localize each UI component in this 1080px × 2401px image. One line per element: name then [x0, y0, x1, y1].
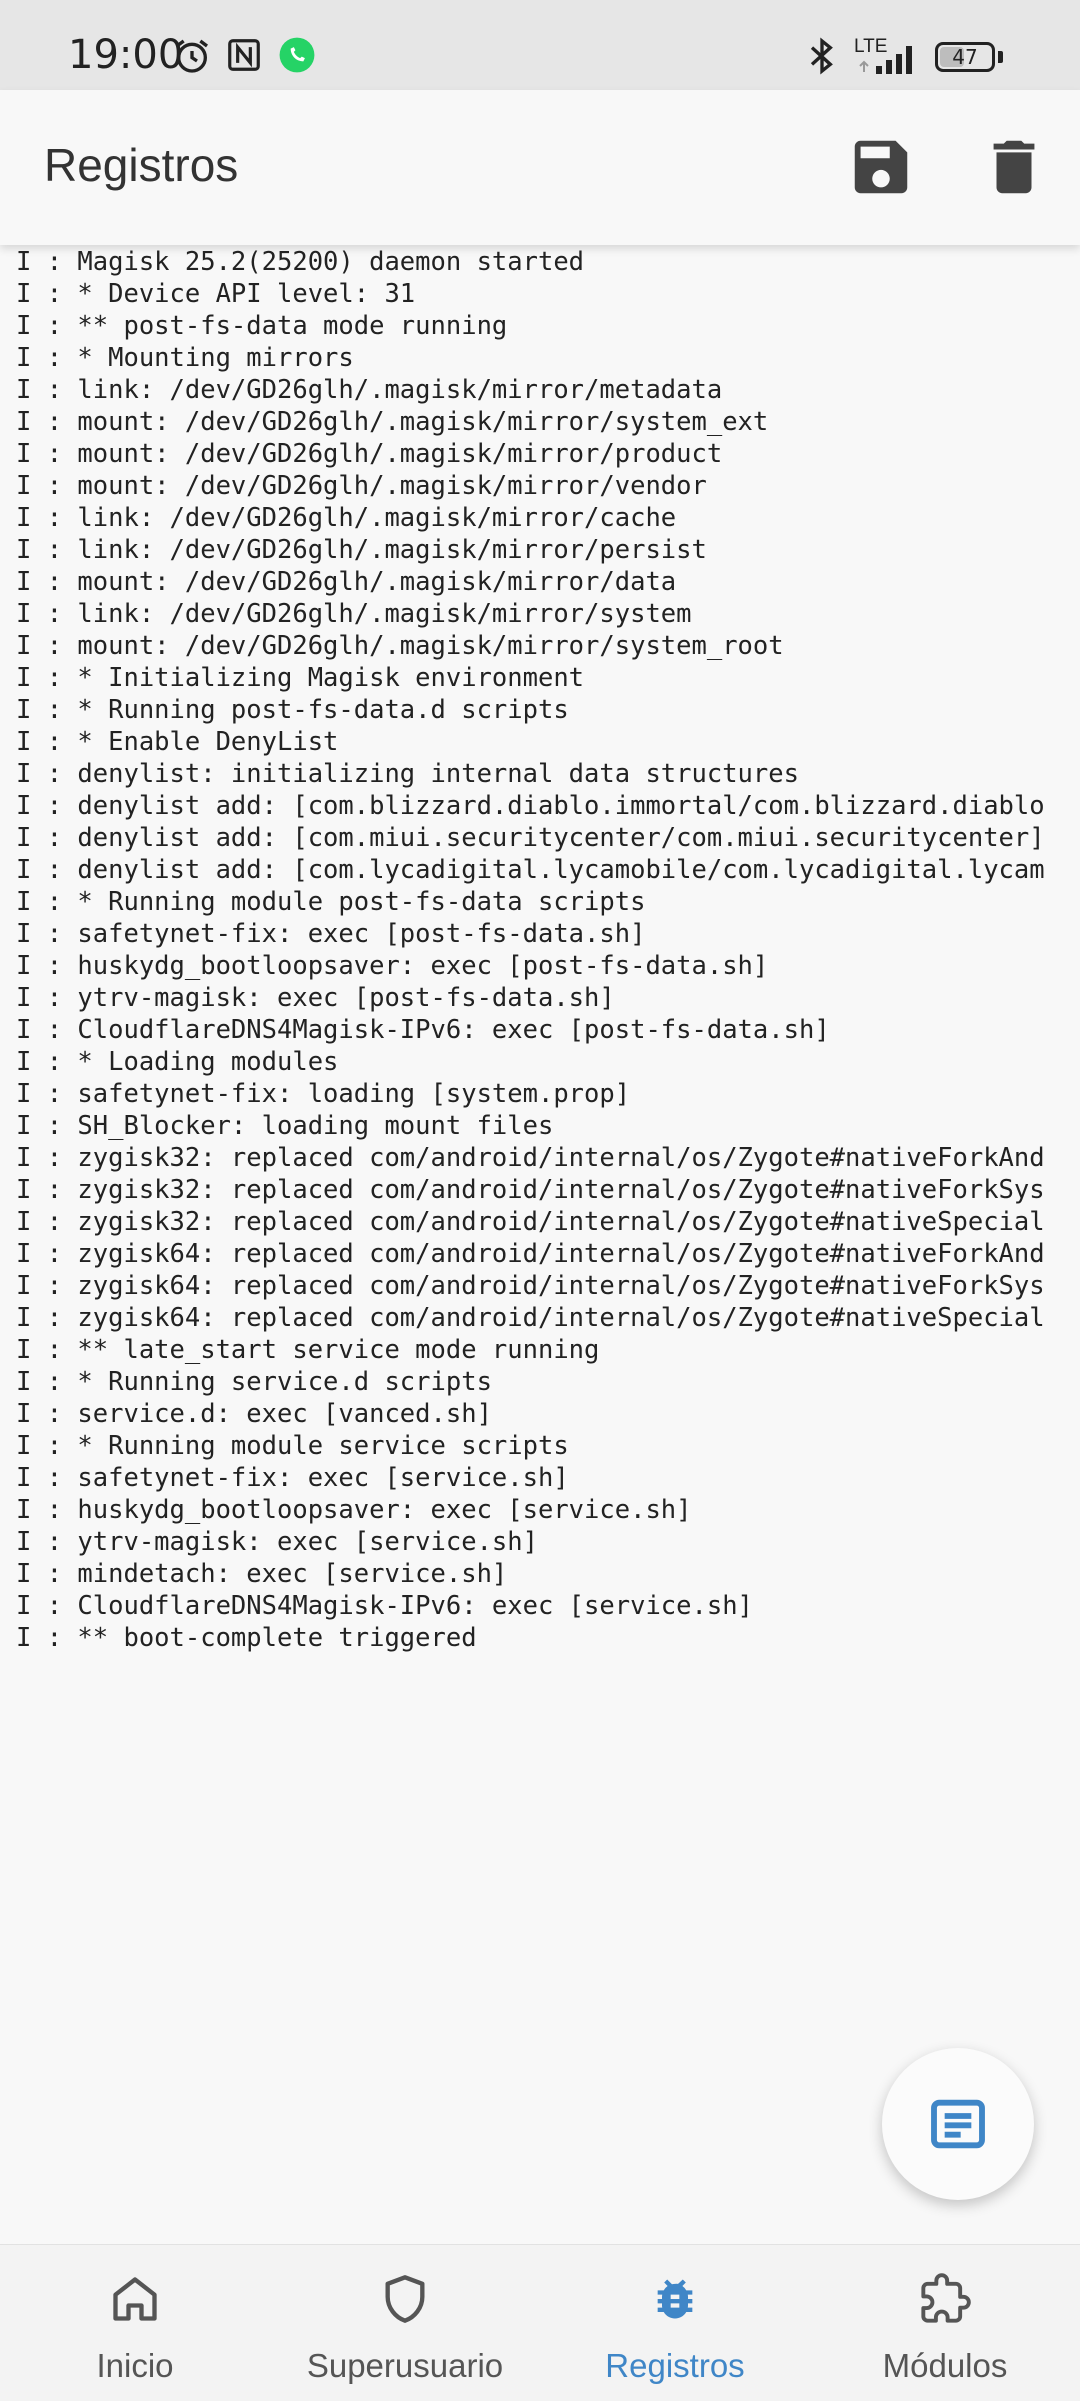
nav-item-inicio[interactable]: Inicio: [0, 2245, 270, 2401]
log-line: I : service.d: exec [vanced.sh]: [16, 1399, 492, 1429]
bug-icon: [657, 2279, 693, 2319]
battery-tip: [998, 51, 1003, 63]
signal-icon: [859, 46, 912, 74]
log-view[interactable]: I : Magisk 25.2(25200) daemon started I :…: [16, 246, 1080, 2236]
delete-log-button[interactable]: [979, 132, 1049, 202]
log-line: I : zygisk64: replaced com/android/inter…: [16, 1239, 1045, 1269]
log-line: I : ytrv-magisk: exec [service.sh]: [16, 1527, 538, 1557]
save-log-button[interactable]: [846, 132, 916, 202]
view-logs-fab[interactable]: [882, 2048, 1034, 2200]
nav-label-registros: Registros: [605, 2347, 745, 2384]
nav-item-modulos[interactable]: Módulos: [810, 2245, 1080, 2401]
battery-indicator: 47: [935, 42, 995, 72]
log-line: I : * Running service.d scripts: [16, 1367, 492, 1397]
home-icon: [113, 2277, 157, 2321]
log-line: I : huskydg_bootloopsaver: exec [post-fs…: [16, 951, 769, 981]
battery-level: 47: [952, 45, 978, 69]
bluetooth-icon: [810, 37, 833, 75]
log-line: I : link: /dev/GD26glh/.magisk/mirror/me…: [16, 375, 723, 405]
puzzle-icon: [921, 2273, 971, 2323]
log-line: I : mount: /dev/GD26glh/.magisk/mirror/d…: [16, 567, 677, 597]
log-line: I : denylist add: [com.lycadigital.lycam…: [16, 855, 1045, 885]
log-line: I : CloudflareDNS4Magisk-IPv6: exec [ser…: [16, 1591, 753, 1621]
page-title: Registros: [44, 139, 239, 191]
save-icon: [854, 140, 908, 194]
log-line: I : * Mounting mirrors: [16, 343, 354, 373]
log-line: I : ytrv-magisk: exec [post-fs-data.sh]: [16, 983, 615, 1013]
log-line: I : ** late_start service mode running: [16, 1335, 600, 1365]
log-line: I : ** post-fs-data mode running: [16, 311, 508, 341]
log-line: I : huskydg_bootloopsaver: exec [service…: [16, 1495, 692, 1525]
app-bar: Registros: [0, 90, 1080, 245]
alarm-icon: [176, 39, 208, 73]
shield-icon: [385, 2275, 425, 2323]
whatsapp-icon: [279, 37, 315, 73]
log-line: I : mount: /dev/GD26glh/.magisk/mirror/v…: [16, 471, 707, 501]
log-line: I : safetynet-fix: exec [post-fs-data.sh…: [16, 919, 646, 949]
nav-label-superusuario: Superusuario: [306, 2347, 504, 2384]
status-bar: 19:00 LTE 47: [0, 0, 1080, 90]
log-line: I : * Running module service scripts: [16, 1431, 569, 1461]
log-line: I : link: /dev/GD26glh/.magisk/mirror/ca…: [16, 503, 677, 533]
log-line: I : zygisk64: replaced com/android/inter…: [16, 1271, 1045, 1301]
log-line: I : mindetach: exec [service.sh]: [16, 1559, 508, 1589]
log-line: I : * Running module post-fs-data script…: [16, 887, 646, 917]
status-time: 19:00: [68, 32, 184, 78]
log-line: I : denylist add: [com.blizzard.diablo.i…: [16, 791, 1045, 821]
log-line: I : ** boot-complete triggered: [16, 1623, 477, 1653]
log-line: I : safetynet-fix: exec [service.sh]: [16, 1463, 569, 1493]
log-line: I : mount: /dev/GD26glh/.magisk/mirror/p…: [16, 439, 723, 469]
log-line: I : * Loading modules: [16, 1047, 339, 1077]
log-line: I : link: /dev/GD26glh/.magisk/mirror/sy…: [16, 599, 692, 629]
log-line: I : mount: /dev/GD26glh/.magisk/mirror/s…: [16, 631, 784, 661]
log-line: I : * Initializing Magisk environment: [16, 663, 585, 693]
bottom-navigation: Inicio Superusuario Registros Módulos: [0, 2244, 1080, 2401]
document-icon: [931, 2099, 985, 2149]
log-line: I : safetynet-fix: loading [system.prop]: [16, 1079, 631, 1109]
log-line: I : zygisk32: replaced com/android/inter…: [16, 1175, 1045, 1205]
log-line: I : zygisk32: replaced com/android/inter…: [16, 1143, 1045, 1173]
nav-label-modulos: Módulos: [882, 2347, 1008, 2384]
nav-item-registros[interactable]: Registros: [540, 2245, 810, 2401]
nav-label-inicio: Inicio: [96, 2347, 174, 2384]
log-line: I : * Enable DenyList: [16, 727, 339, 757]
nav-item-superusuario[interactable]: Superusuario: [270, 2245, 540, 2401]
log-line: I : Magisk 25.2(25200) daemon started: [16, 247, 585, 277]
log-line: I : zygisk64: replaced com/android/inter…: [16, 1303, 1045, 1333]
log-line: I : zygisk32: replaced com/android/inter…: [16, 1207, 1045, 1237]
log-line: I : link: /dev/GD26glh/.magisk/mirror/pe…: [16, 535, 707, 565]
log-line: I : mount: /dev/GD26glh/.magisk/mirror/s…: [16, 407, 769, 437]
log-line: I : CloudflareDNS4Magisk-IPv6: exec [pos…: [16, 1015, 830, 1045]
log-line: I : denylist add: [com.miui.securitycent…: [16, 823, 1045, 853]
log-line: I : * Running post-fs-data.d scripts: [16, 695, 569, 725]
log-line: I : * Device API level: 31: [16, 279, 416, 309]
nfc-icon: [228, 39, 260, 71]
log-line: I : SH_Blocker: loading mount files: [16, 1111, 554, 1141]
log-line: I : denylist: initializing internal data…: [16, 759, 799, 789]
trash-icon: [993, 140, 1035, 194]
